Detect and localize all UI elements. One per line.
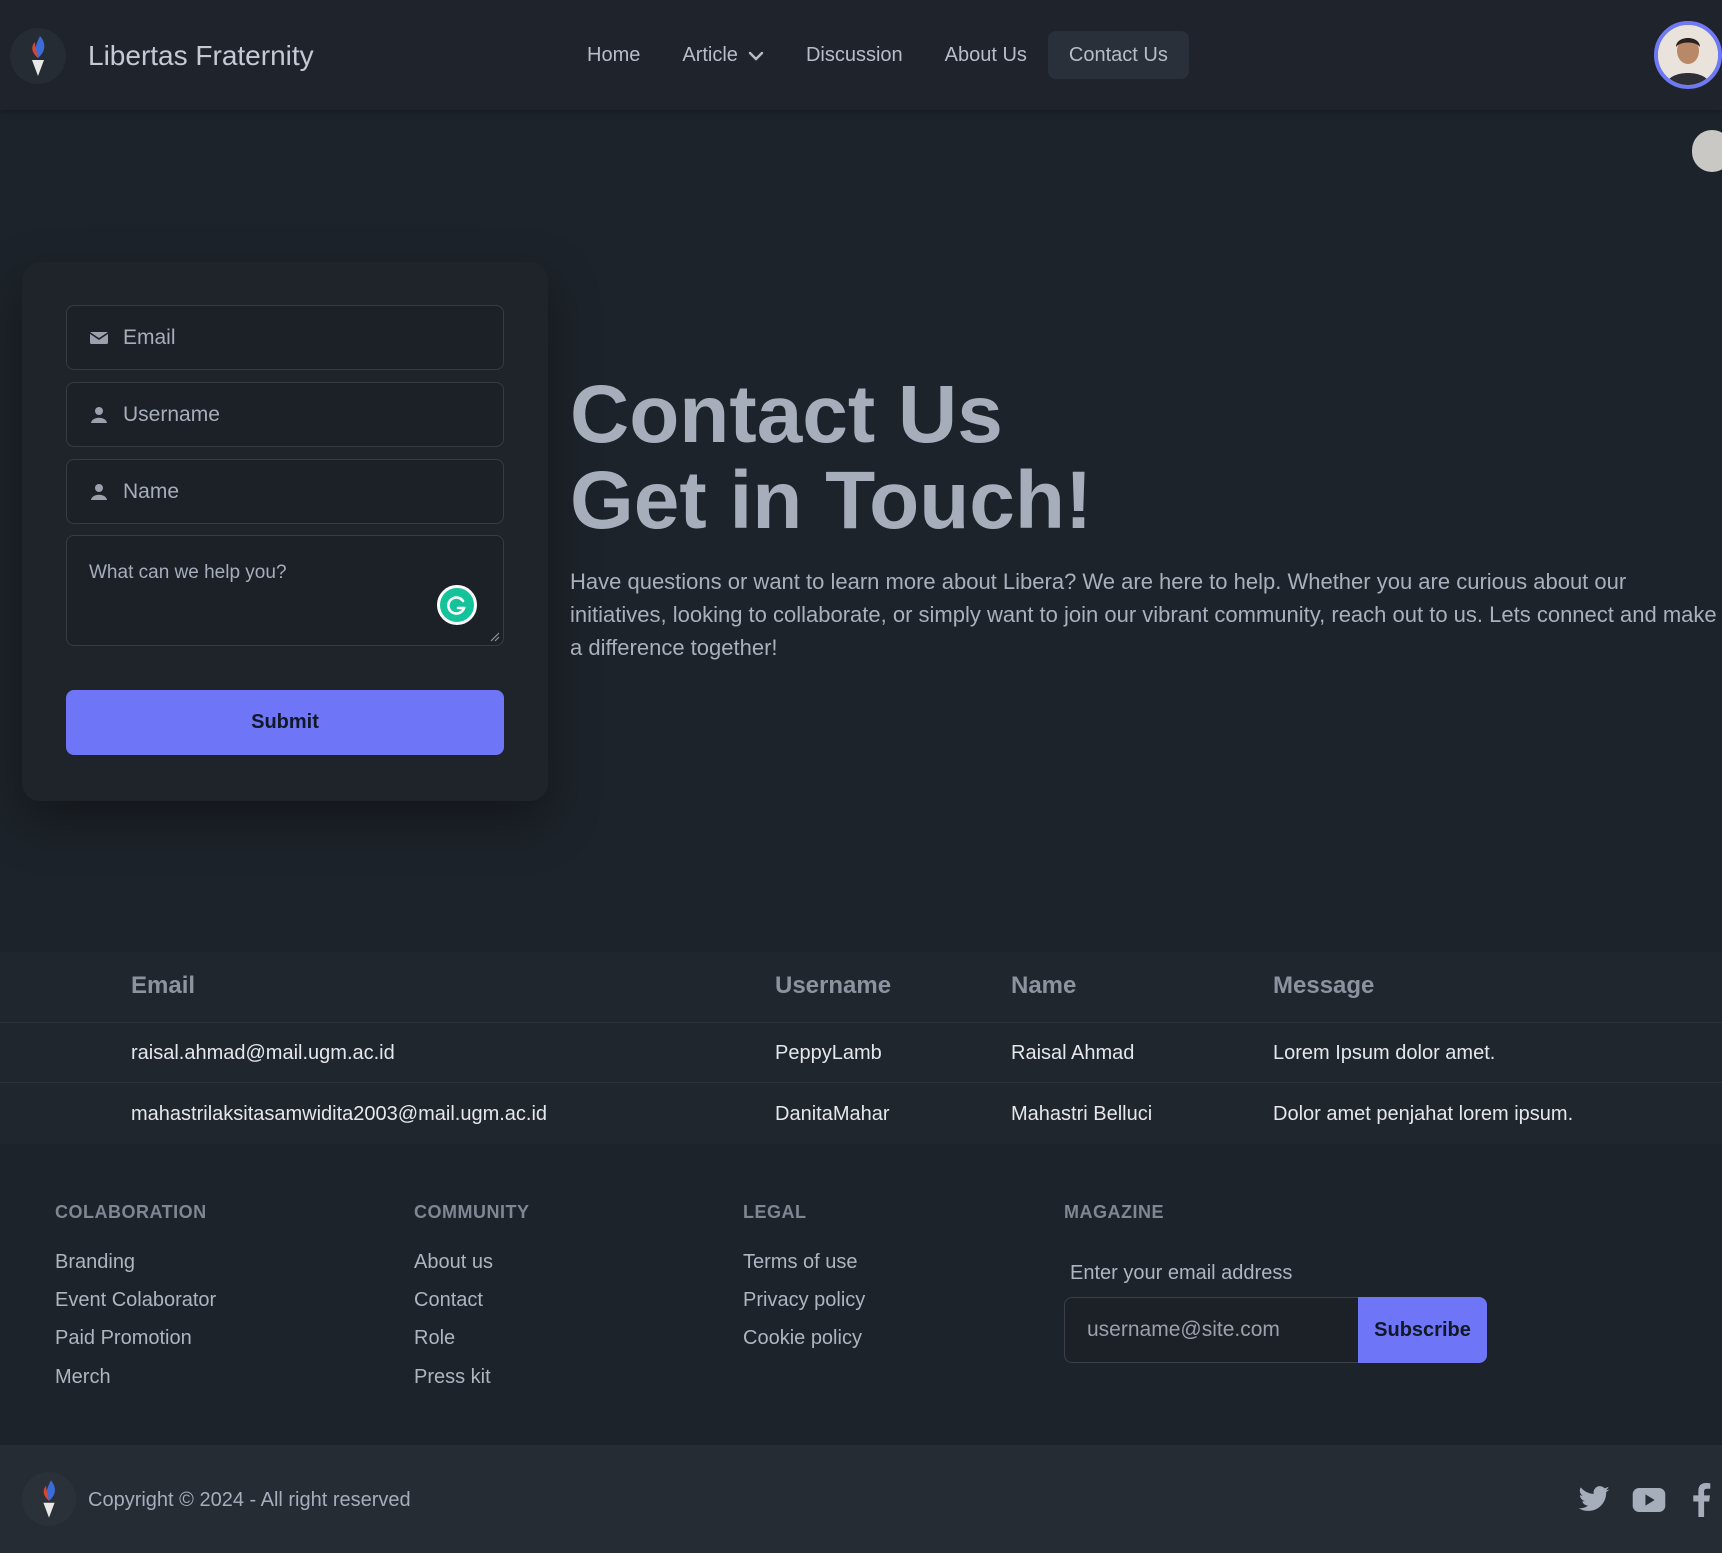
youtube-icon[interactable] xyxy=(1631,1482,1667,1518)
facebook-icon[interactable] xyxy=(1686,1482,1716,1518)
hero-title-line2: Get in Touch! xyxy=(570,455,1093,546)
username-placeholder: Username xyxy=(123,402,220,426)
username-field[interactable]: Username xyxy=(66,382,504,447)
table-cell-username: DanitaMahar xyxy=(775,1103,890,1125)
table-cell-username: PeppyLamb xyxy=(775,1042,882,1064)
nav-links: Home Article Discussion About Us Contact… xyxy=(566,31,1189,79)
hero-title: Contact Us Get in Touch! xyxy=(570,372,1092,544)
nav-home[interactable]: Home xyxy=(566,31,661,79)
flame-logo-icon xyxy=(22,1472,76,1526)
nav-home-label: Home xyxy=(587,43,641,66)
nav-article-label: Article xyxy=(682,43,738,66)
user-avatar[interactable] xyxy=(1654,21,1722,89)
footer-link-branding[interactable]: Branding xyxy=(55,1251,135,1274)
email-field[interactable]: Email xyxy=(66,305,504,370)
table-header-name: Name xyxy=(1011,972,1077,999)
floating-widget[interactable] xyxy=(1692,130,1722,172)
name-field[interactable]: Name xyxy=(66,459,504,524)
resize-handle-icon[interactable] xyxy=(490,632,500,642)
table-cell-name: Mahastri Belluci xyxy=(1011,1103,1153,1125)
nav-article-dropdown[interactable]: Article xyxy=(661,31,785,79)
subscribe-button[interactable]: Subscribe xyxy=(1358,1297,1487,1363)
footer-link-cookie-policy[interactable]: Cookie policy xyxy=(743,1327,862,1350)
hero-description: Have questions or want to learn more abo… xyxy=(570,569,1717,660)
table-header-message: Message xyxy=(1273,972,1375,999)
messages-table: Email Username Name Message raisal.ahmad… xyxy=(0,952,1722,1144)
brand[interactable]: Libertas Fraternity xyxy=(10,28,314,84)
table-cell-message: Dolor amet penjahat lorem ipsum. xyxy=(1273,1103,1574,1125)
footer-link-event-colaborator[interactable]: Event Colaborator xyxy=(55,1289,216,1312)
nav-discussion-label: Discussion xyxy=(805,43,903,66)
newsletter-email-input[interactable]: username@site.com xyxy=(1064,1297,1359,1363)
envelope-icon xyxy=(89,328,109,348)
grammarly-icon[interactable] xyxy=(437,585,477,625)
copyright-text: Copyright © 2024 - All right reserved xyxy=(88,1489,411,1511)
name-placeholder: Name xyxy=(123,479,180,503)
flame-logo-icon xyxy=(10,28,66,84)
table-cell-message: Lorem Ipsum dolor amet. xyxy=(1273,1042,1496,1064)
user-icon xyxy=(89,405,109,425)
footer-link-privacy-policy[interactable]: Privacy policy xyxy=(743,1289,865,1312)
footer-link-terms-of-use[interactable]: Terms of use xyxy=(743,1251,857,1274)
footer-link-merch[interactable]: Merch xyxy=(55,1366,111,1389)
newsletter-placeholder: username@site.com xyxy=(1087,1318,1280,1341)
message-placeholder: What can we help you? xyxy=(89,562,287,583)
footer-title-legal: LEGAL xyxy=(743,1202,807,1222)
message-textarea[interactable]: What can we help you? xyxy=(66,535,504,646)
hero-title-line1: Contact Us xyxy=(570,369,1003,460)
footer-title-community: COMMUNITY xyxy=(414,1202,530,1222)
nav-contact-us[interactable]: Contact Us xyxy=(1047,31,1189,79)
nav-about-us-label: About Us xyxy=(944,43,1027,66)
table-cell-name: Raisal Ahmad xyxy=(1011,1042,1135,1064)
chevron-down-icon xyxy=(748,44,764,67)
table-divider xyxy=(0,1082,1722,1083)
navbar: Libertas Fraternity Home Article Discuss… xyxy=(0,0,1722,110)
user-icon xyxy=(89,482,109,502)
nav-contact-us-label: Contact Us xyxy=(1068,43,1168,66)
footer-link-role[interactable]: Role xyxy=(414,1327,455,1350)
table-divider xyxy=(0,1022,1722,1023)
footer-link-about-us[interactable]: About us xyxy=(414,1251,493,1274)
footer-link-press-kit[interactable]: Press kit xyxy=(414,1366,491,1389)
table-header-email: Email xyxy=(131,972,196,999)
nav-discussion[interactable]: Discussion xyxy=(785,31,924,79)
email-placeholder: Email xyxy=(123,325,176,349)
table-cell-email: mahastrilaksitasamwidita2003@mail.ugm.ac… xyxy=(131,1103,548,1125)
newsletter-label: Enter your email address xyxy=(1070,1262,1293,1284)
table-header-username: Username xyxy=(775,972,892,999)
nav-about-us[interactable]: About Us xyxy=(924,31,1048,79)
footer-title-colaboration: COLABORATION xyxy=(55,1202,207,1222)
twitter-icon[interactable] xyxy=(1576,1482,1612,1518)
footer-title-magazine: MAGAZINE xyxy=(1064,1202,1164,1222)
contact-form-card: Email Username Name What can we help you… xyxy=(22,262,548,801)
brand-name: Libertas Fraternity xyxy=(88,40,314,71)
footer-link-paid-promotion[interactable]: Paid Promotion xyxy=(55,1327,192,1350)
submit-button[interactable]: Submit xyxy=(66,690,504,755)
table-cell-email: raisal.ahmad@mail.ugm.ac.id xyxy=(131,1042,395,1064)
footer-link-contact[interactable]: Contact xyxy=(414,1289,483,1312)
